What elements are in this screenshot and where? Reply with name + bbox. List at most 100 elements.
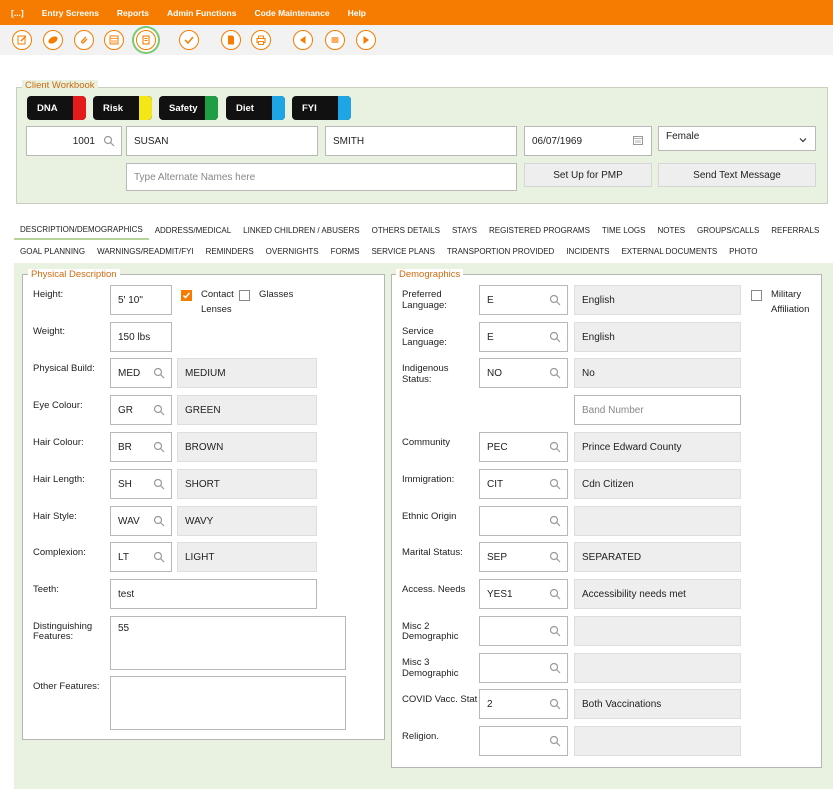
gender-value: Female — [666, 131, 700, 142]
military-affiliation-checkbox[interactable] — [751, 290, 762, 301]
print-icon[interactable] — [251, 30, 271, 50]
tab-warnings-readmit-fyi[interactable]: WARNINGS/READMIT/FYI — [91, 241, 200, 261]
military-affiliation-label-line2: Affiliation — [771, 304, 810, 315]
distinguishing-features-textarea[interactable]: 55 — [110, 616, 346, 670]
hair-length-code-field[interactable]: SH — [110, 469, 172, 499]
client-id-field[interactable]: 1001 — [26, 126, 122, 156]
attachment-icon[interactable] — [74, 30, 94, 50]
tab-registered-programs[interactable]: REGISTERED PROGRAMS — [483, 220, 596, 240]
tab-address-medical[interactable]: ADDRESS/MEDICAL — [149, 220, 237, 240]
set-up-pmp-button[interactable]: Set Up for PMP — [524, 163, 652, 187]
tab-referrals[interactable]: REFERRALS — [765, 220, 825, 240]
tab-forms[interactable]: FORMS — [325, 241, 366, 261]
tab-stays[interactable]: STAYS — [446, 220, 483, 240]
search-icon[interactable] — [549, 551, 561, 563]
search-icon[interactable] — [549, 735, 561, 747]
gender-select[interactable]: Female — [658, 126, 816, 151]
search-icon[interactable] — [549, 515, 561, 527]
service-language-code-field[interactable]: E — [479, 322, 568, 352]
height-field[interactable]: 5' 10" — [110, 285, 172, 315]
physical-build-code-field[interactable]: MED — [110, 358, 172, 388]
next-icon[interactable] — [356, 30, 376, 50]
tab-reminders[interactable]: REMINDERS — [200, 241, 260, 261]
tab-photo[interactable]: PHOTO — [723, 241, 763, 261]
tab-notes[interactable]: NOTES — [651, 220, 691, 240]
misc2-demographic-code-field[interactable] — [479, 616, 568, 646]
alert-dna-label: DNA — [37, 102, 58, 114]
marital-status-code-field[interactable]: SEP — [479, 542, 568, 572]
tab-incidents[interactable]: INCIDENTS — [560, 241, 615, 261]
access-needs-code-field[interactable]: YES1 — [479, 579, 568, 609]
tab-service-plans[interactable]: SERVICE PLANS — [365, 241, 440, 261]
tab-goal-planning[interactable]: GOAL PLANNING — [14, 241, 91, 261]
search-icon[interactable] — [549, 294, 561, 306]
search-icon[interactable] — [549, 367, 561, 379]
tab-overnights[interactable]: OVERNIGHTS — [260, 241, 325, 261]
search-icon[interactable] — [549, 698, 561, 710]
document-icon[interactable] — [221, 30, 241, 50]
alert-fyi-button[interactable]: FYI — [292, 96, 351, 120]
band-number-input[interactable]: Band Number — [574, 395, 741, 425]
previous-icon[interactable] — [293, 30, 313, 50]
tab-description-demographics[interactable]: DESCRIPTION/DEMOGRAPHICS — [14, 220, 149, 240]
alternate-names-input[interactable]: Type Alternate Names here — [126, 163, 517, 191]
search-icon[interactable] — [153, 441, 165, 453]
search-icon[interactable] — [549, 441, 561, 453]
first-name-field[interactable]: SUSAN — [126, 126, 318, 156]
immigration-code-field[interactable]: CIT — [479, 469, 568, 499]
clipboard-icon[interactable] — [136, 30, 156, 50]
alert-diet-button[interactable]: Diet — [226, 96, 285, 120]
alert-dna-button[interactable]: DNA — [27, 96, 86, 120]
search-icon[interactable] — [153, 551, 165, 563]
religion-code-field[interactable] — [479, 726, 568, 756]
search-icon[interactable] — [153, 478, 165, 490]
tab-transportion-provided[interactable]: TRANSPORTION PROVIDED — [441, 241, 560, 261]
search-icon[interactable] — [549, 478, 561, 490]
check-icon[interactable] — [179, 30, 199, 50]
menu-item-reports[interactable]: Reports — [117, 8, 149, 18]
tab-others-details[interactable]: OTHERS DETAILS — [366, 220, 446, 240]
menu-item-help[interactable]: Help — [348, 8, 366, 18]
calendar-icon[interactable] — [104, 30, 124, 50]
edit-icon[interactable] — [12, 30, 32, 50]
glasses-checkbox[interactable] — [239, 290, 250, 301]
search-icon[interactable] — [153, 404, 165, 416]
send-text-message-button[interactable]: Send Text Message — [658, 163, 816, 187]
community-code-field[interactable]: PEC — [479, 432, 568, 462]
menu-item-entry-screens[interactable]: Entry Screens — [42, 8, 99, 18]
search-icon[interactable] — [549, 625, 561, 637]
last-name-field[interactable]: SMITH — [325, 126, 517, 156]
ethnic-origin-code-field[interactable] — [479, 506, 568, 536]
menu-item-admin-functions[interactable]: Admin Functions — [167, 8, 236, 18]
covid-vacc-stat-code-field[interactable]: 2 — [479, 689, 568, 719]
teeth-field[interactable]: test — [110, 579, 317, 609]
pill-icon[interactable] — [43, 30, 63, 50]
eye-colour-code-field[interactable]: GR — [110, 395, 172, 425]
search-icon[interactable] — [549, 331, 561, 343]
menu-icon[interactable] — [325, 30, 345, 50]
misc3-demographic-code-field[interactable] — [479, 653, 568, 683]
contact-lenses-checkbox[interactable] — [181, 290, 192, 301]
hair-style-code-field[interactable]: WAV — [110, 506, 172, 536]
preferred-language-label-line2: Language: — [402, 300, 447, 311]
search-icon[interactable] — [153, 367, 165, 379]
tab-external-documents[interactable]: EXTERNAL DOCUMENTS — [615, 241, 723, 261]
calendar-icon[interactable] — [633, 135, 643, 145]
menu-item-code-maintenance[interactable]: Code Maintenance — [254, 8, 329, 18]
weight-field[interactable]: 150 lbs — [110, 322, 172, 352]
tab-groups-calls[interactable]: GROUPS/CALLS — [691, 220, 765, 240]
hair-colour-code-field[interactable]: BR — [110, 432, 172, 462]
other-features-textarea[interactable] — [110, 676, 346, 730]
indigenous-status-code-field[interactable]: NO — [479, 358, 568, 388]
tab-linked-children-abusers[interactable]: LINKED CHILDREN / ABUSERS — [237, 220, 365, 240]
search-icon[interactable] — [153, 515, 165, 527]
alert-risk-button[interactable]: Risk — [93, 96, 152, 120]
date-of-birth-field[interactable]: 06/07/1969 — [524, 126, 652, 156]
search-icon[interactable] — [549, 588, 561, 600]
menu-item-more[interactable]: [...] — [11, 8, 24, 18]
complexion-code-field[interactable]: LT — [110, 542, 172, 572]
search-icon[interactable] — [549, 662, 561, 674]
tab-time-logs[interactable]: TIME LOGS — [596, 220, 652, 240]
preferred-language-code-field[interactable]: E — [479, 285, 568, 315]
alert-safety-button[interactable]: Safety — [159, 96, 218, 120]
